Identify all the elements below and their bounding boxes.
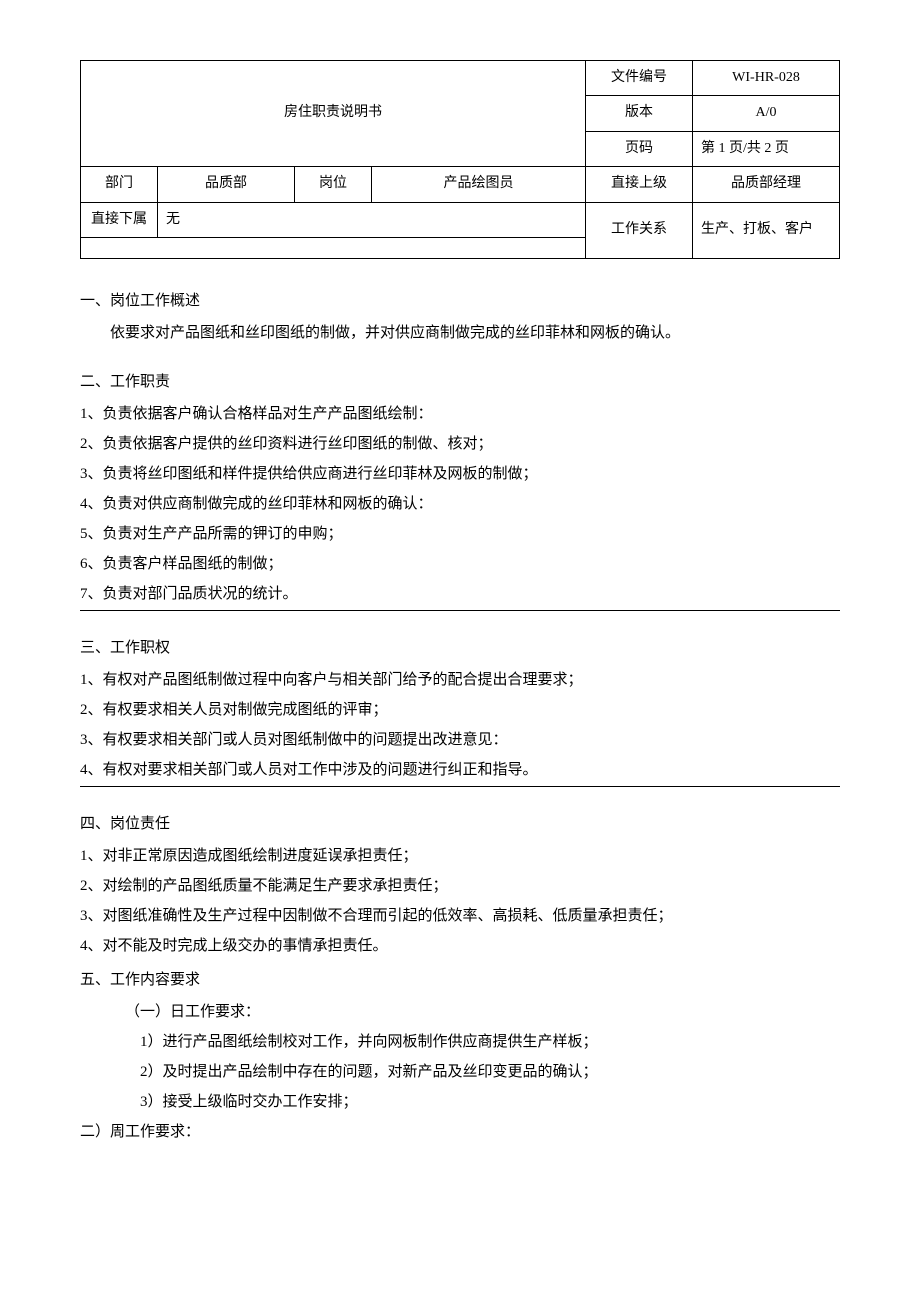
subordinate-label: 直接下属 (81, 202, 158, 237)
section-2-heading: 二、工作职责 (80, 370, 840, 394)
document-page: 房住职责说明书 文件编号 WI-HR-028 版本 A/0 页码 第 1 页/共… (80, 60, 840, 1144)
daily-item: 3）接受上级临时交办工作安排； (80, 1090, 840, 1114)
dept-value: 品质部 (158, 167, 295, 202)
duty-item: 6、负责客户样品图纸的制做； (80, 552, 840, 576)
section-5-heading: 五、工作内容要求 (80, 968, 840, 992)
page-label: 页码 (586, 131, 693, 166)
position-label: 岗位 (295, 167, 372, 202)
duty-item: 5、负责对生产产品所需的钾订的申购； (80, 522, 840, 546)
subordinate-value: 无 (158, 202, 586, 237)
page-value: 第 1 页/共 2 页 (693, 131, 840, 166)
responsibility-item: 2、对绘制的产品图纸质量不能满足生产要求承担责任； (80, 874, 840, 898)
duty-item: 7、负责对部门品质状况的统计。 (80, 582, 840, 611)
responsibility-item: 4、对不能及时完成上级交办的事情承担责任。 (80, 934, 840, 958)
authority-item: 4、有权对要求相关部门或人员对工作中涉及的问题进行纠正和指导。 (80, 758, 840, 787)
supervisor-value: 品质部经理 (693, 167, 840, 202)
daily-item: 2）及时提出产品绘制中存在的问题，对新产品及丝印变更品的确认； (80, 1060, 840, 1084)
section-work-content: 五、工作内容要求 （一）日工作要求： 1）进行产品图纸绘制校对工作，并向网板制作… (80, 968, 840, 1144)
version-label: 版本 (586, 96, 693, 131)
weekly-heading: 二）周工作要求： (80, 1120, 840, 1144)
section-1-heading: 一、岗位工作概述 (80, 289, 840, 313)
section-1-body: 依要求对产品图纸和丝印图纸的制做，并对供应商制做完成的丝印菲林和网板的确认。 (80, 321, 840, 345)
position-value: 产品绘图员 (372, 167, 586, 202)
section-3-heading: 三、工作职权 (80, 636, 840, 660)
section-overview: 一、岗位工作概述 依要求对产品图纸和丝印图纸的制做，并对供应商制做完成的丝印菲林… (80, 289, 840, 345)
version-value: A/0 (693, 96, 840, 131)
section-duties: 二、工作职责 1、负责依据客户确认合格样品对生产产品图纸绘制： 2、负责依据客户… (80, 370, 840, 611)
daily-heading: （一）日工作要求： (80, 1000, 840, 1024)
section-responsibility: 四、岗位责任 1、对非正常原因造成图纸绘制进度延误承担责任； 2、对绘制的产品图… (80, 812, 840, 958)
relation-value: 生产、打板、客户 (693, 202, 840, 258)
document-title: 房住职责说明书 (81, 61, 586, 167)
responsibility-item: 1、对非正常原因造成图纸绘制进度延误承担责任； (80, 844, 840, 868)
duty-item: 3、负责将丝印图纸和样件提供给供应商进行丝印菲林及网板的制做； (80, 462, 840, 486)
authority-item: 1、有权对产品图纸制做过程中向客户与相关部门给予的配合提出合理要求； (80, 668, 840, 692)
doc-no-value: WI-HR-028 (693, 61, 840, 96)
section-4-heading: 四、岗位责任 (80, 812, 840, 836)
responsibility-item: 3、对图纸准确性及生产过程中因制做不合理而引起的低效率、高损耗、低质量承担责任； (80, 904, 840, 928)
relation-label: 工作关系 (586, 202, 693, 258)
doc-no-label: 文件编号 (586, 61, 693, 96)
duty-item: 4、负责对供应商制做完成的丝印菲林和网板的确认： (80, 492, 840, 516)
supervisor-label: 直接上级 (586, 167, 693, 202)
duty-item: 2、负责依据客户提供的丝印资料进行丝印图纸的制做、核对； (80, 432, 840, 456)
section-authority: 三、工作职权 1、有权对产品图纸制做过程中向客户与相关部门给予的配合提出合理要求… (80, 636, 840, 787)
dept-label: 部门 (81, 167, 158, 202)
header-table: 房住职责说明书 文件编号 WI-HR-028 版本 A/0 页码 第 1 页/共… (80, 60, 840, 259)
authority-item: 3、有权要求相关部门或人员对图纸制做中的问题提出改进意见： (80, 728, 840, 752)
daily-item: 1）进行产品图纸绘制校对工作，并向网板制作供应商提供生产样板； (80, 1030, 840, 1054)
authority-item: 2、有权要求相关人员对制做完成图纸的评审； (80, 698, 840, 722)
duty-item: 1、负责依据客户确认合格样品对生产产品图纸绘制： (80, 402, 840, 426)
